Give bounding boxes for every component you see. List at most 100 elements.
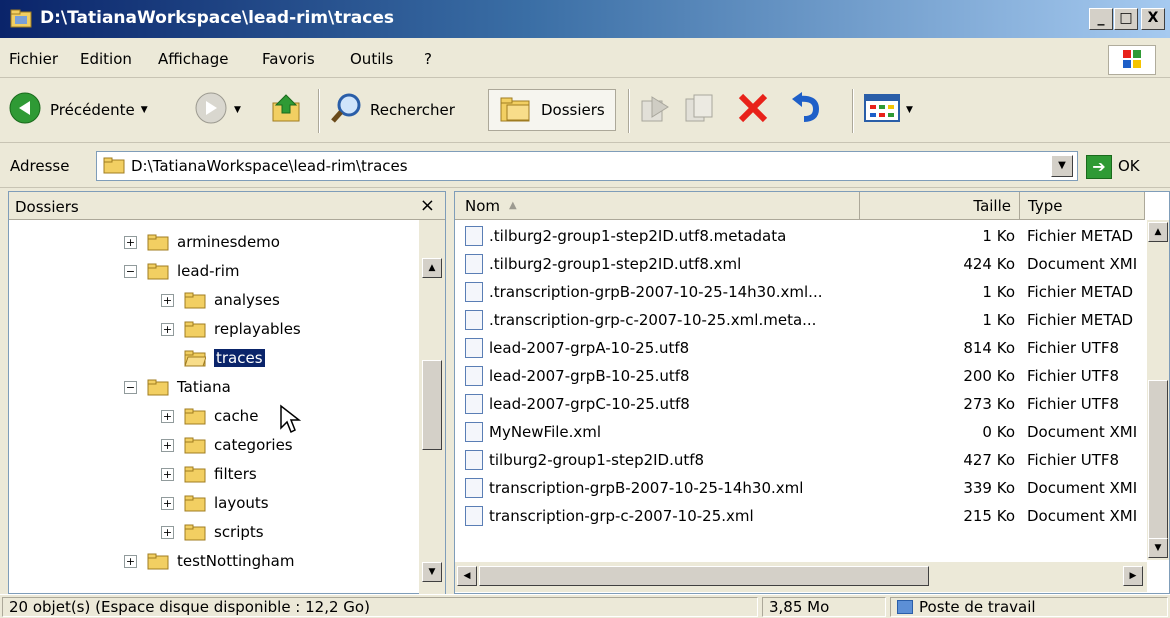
menu-help[interactable]: ?: [424, 50, 432, 68]
menu-affichage[interactable]: Affichage: [158, 50, 228, 68]
file-size: 427 Ko: [963, 451, 1015, 469]
tree-node-label: testNottingham: [177, 552, 295, 570]
scroll-up-button[interactable]: ▲: [1148, 222, 1168, 242]
folders-scrollbar[interactable]: ▲ ▼: [419, 220, 445, 594]
file-size: 1 Ko: [982, 283, 1015, 301]
go-label[interactable]: OK: [1118, 157, 1140, 175]
scroll-left-button[interactable]: ◀: [457, 566, 477, 586]
tree-node-traces[interactable]: traces: [184, 344, 265, 372]
tree-node-categories[interactable]: + categories: [161, 431, 293, 459]
back-dropdown-icon: ▼: [140, 105, 148, 115]
my-computer-icon: [897, 600, 913, 614]
scroll-up-button[interactable]: ▲: [422, 258, 442, 278]
expand-icon[interactable]: +: [161, 496, 174, 510]
column-header-type[interactable]: Type: [1020, 192, 1145, 220]
tree-node-testnottingham[interactable]: + testNottingham: [124, 547, 294, 575]
forward-dropdown-icon: ▼: [234, 105, 241, 115]
file-row[interactable]: .tilburg2-group1-step2ID.utf8.xml 424 Ko…: [455, 250, 1155, 278]
expand-icon[interactable]: +: [124, 235, 137, 249]
tree-node-label: layouts: [214, 494, 269, 512]
tree-node-label: lead-rim: [177, 262, 240, 280]
search-button[interactable]: Rechercher: [330, 91, 455, 129]
file-row[interactable]: .transcription-grp-c-2007-10-25.xml.meta…: [455, 306, 1155, 334]
file-row[interactable]: .tilburg2-group1-step2ID.utf8.metadata 1…: [455, 222, 1155, 250]
minimize-button[interactable]: _: [1089, 8, 1113, 30]
open-folder-icon: [184, 350, 207, 367]
scroll-down-button[interactable]: ▼: [422, 562, 442, 582]
close-pane-icon[interactable]: ×: [420, 195, 435, 216]
utf8-file-icon: [465, 366, 483, 386]
address-input[interactable]: D:\TatianaWorkspace\lead-rim\traces ▼: [96, 151, 1078, 181]
folder-icon: [147, 263, 169, 280]
file-row[interactable]: lead-2007-grpA-10-25.utf8 814 Ko Fichier…: [455, 334, 1155, 362]
expand-icon[interactable]: +: [161, 322, 174, 336]
tree-node-analyses[interactable]: + analyses: [161, 286, 280, 314]
file-name: lead-2007-grpC-10-25.utf8: [489, 395, 690, 413]
back-button[interactable]: Précédente ▼: [8, 91, 148, 129]
expand-icon[interactable]: +: [161, 438, 174, 452]
tree-node-replayables[interactable]: + replayables: [161, 315, 301, 343]
tree-node-tatiana[interactable]: − Tatiana: [124, 373, 231, 401]
files-horizontal-scrollbar[interactable]: ◀ ▶: [455, 562, 1147, 592]
scroll-right-button[interactable]: ▶: [1123, 566, 1143, 586]
files-vertical-scrollbar[interactable]: ▲ ▼: [1147, 220, 1169, 560]
expand-icon[interactable]: +: [161, 525, 174, 539]
expand-icon[interactable]: +: [161, 293, 174, 307]
scroll-thumb[interactable]: [479, 566, 929, 586]
tree-node-filters[interactable]: + filters: [161, 460, 257, 488]
file-row[interactable]: transcription-grpB-2007-10-25-14h30.xml …: [455, 474, 1155, 502]
move-to-button[interactable]: [638, 91, 672, 129]
status-size: 3,85 Mo: [762, 597, 886, 617]
tree-node-label: categories: [214, 436, 293, 454]
menu-edition[interactable]: Edition: [80, 50, 132, 68]
file-row[interactable]: .transcription-grpB-2007-10-25-14h30.xml…: [455, 278, 1155, 306]
menu-outils[interactable]: Outils: [350, 50, 393, 68]
menu-fichier[interactable]: Fichier: [9, 50, 58, 68]
close-window-button[interactable]: X: [1141, 8, 1165, 30]
delete-button[interactable]: [736, 91, 770, 129]
scroll-down-button[interactable]: ▼: [1148, 538, 1168, 558]
undo-button[interactable]: [788, 91, 822, 129]
expand-icon[interactable]: +: [124, 554, 137, 568]
folder-icon: [147, 553, 169, 570]
file-name: .transcription-grp-c-2007-10-25.xml.meta…: [489, 311, 817, 329]
tree-node-label: filters: [214, 465, 257, 483]
forward-button[interactable]: ▼: [194, 91, 241, 129]
expand-icon[interactable]: +: [161, 409, 174, 423]
file-row[interactable]: MyNewFile.xml 0 Ko Document XMI: [455, 418, 1155, 446]
views-icon: [864, 93, 900, 127]
scroll-thumb[interactable]: [1148, 380, 1168, 550]
folders-icon: [499, 93, 533, 127]
tree-node-layouts[interactable]: + layouts: [161, 489, 269, 517]
tree-node-scripts[interactable]: + scripts: [161, 518, 264, 546]
title-bar[interactable]: D:\TatianaWorkspace\lead-rim\traces _ □ …: [0, 0, 1170, 38]
up-folder-button[interactable]: [270, 91, 304, 129]
toolbar-separator: [318, 89, 320, 133]
column-header-name[interactable]: Nom ▲: [455, 192, 860, 220]
file-row[interactable]: lead-2007-grpC-10-25.utf8 273 Ko Fichier…: [455, 390, 1155, 418]
views-button[interactable]: ▼: [864, 91, 913, 129]
collapse-icon[interactable]: −: [124, 380, 137, 394]
file-row[interactable]: tilburg2-group1-step2ID.utf8 427 Ko Fich…: [455, 446, 1155, 474]
file-row[interactable]: lead-2007-grpB-10-25.utf8 200 Ko Fichier…: [455, 362, 1155, 390]
menu-favoris[interactable]: Favoris: [262, 50, 315, 68]
file-type: Fichier UTF8: [1027, 339, 1120, 357]
file-type: Fichier UTF8: [1027, 395, 1120, 413]
go-arrow-icon[interactable]: ➔: [1086, 155, 1112, 179]
scroll-thumb[interactable]: [422, 360, 442, 450]
tree-node-lead-rim[interactable]: − lead-rim: [124, 257, 239, 285]
collapse-icon[interactable]: −: [124, 264, 137, 278]
address-dropdown-button[interactable]: ▼: [1051, 155, 1073, 177]
tree-node-label: analyses: [214, 291, 280, 309]
file-type: Fichier METAD: [1027, 227, 1134, 245]
expand-icon[interactable]: +: [161, 467, 174, 481]
file-row[interactable]: transcription-grp-c-2007-10-25.xml 215 K…: [455, 502, 1155, 530]
column-header-size[interactable]: Taille: [860, 192, 1020, 220]
tree-node-cache[interactable]: + cache: [161, 402, 258, 430]
maximize-button[interactable]: □: [1114, 8, 1138, 30]
back-label: Précédente: [50, 101, 135, 119]
folders-button[interactable]: Dossiers: [488, 89, 616, 131]
tree-node-arminesdemo[interactable]: + arminesdemo: [124, 228, 280, 256]
copy-to-button[interactable]: [684, 91, 718, 129]
folder-icon: [184, 321, 206, 338]
